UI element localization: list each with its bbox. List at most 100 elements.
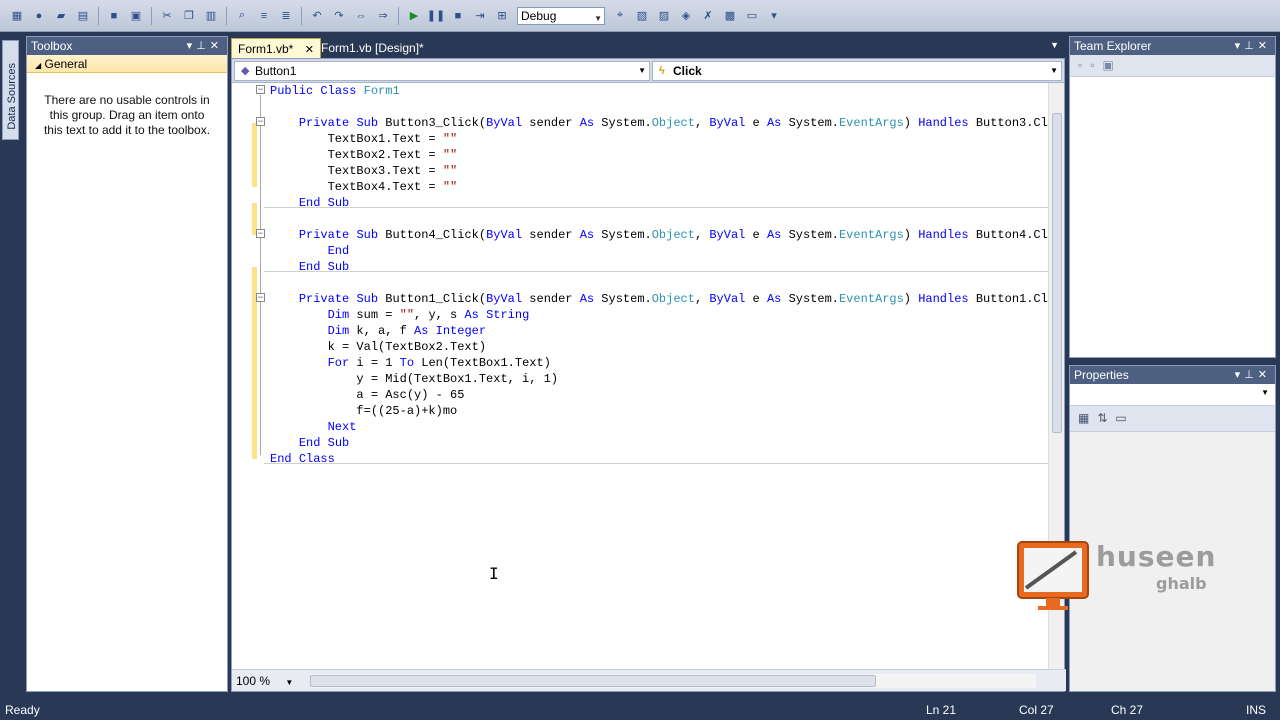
horizontal-scrollbar[interactable] <box>310 674 1036 688</box>
code-line[interactable]: k = Val(TextBox2.Text) <box>270 339 486 355</box>
toolbar-options-icon[interactable]: ▾ <box>766 8 782 24</box>
active-files-dropdown-icon[interactable]: ▼ <box>1050 40 1059 50</box>
window-position-icon[interactable]: ▾ <box>187 40 197 52</box>
code-line[interactable]: Public Class Form1 <box>270 83 400 99</box>
close-icon[interactable]: ✕ <box>1258 40 1271 52</box>
open-icon[interactable]: ▰ <box>53 8 69 24</box>
properties-object-combo[interactable]: ▼ <box>1070 384 1275 406</box>
code-text-area[interactable]: − − − − Public Class Form1 Private Sub B… <box>232 83 1050 671</box>
data-sources-tab-label: Data Sources <box>6 63 18 130</box>
code-line[interactable]: Dim sum = "", y, s As String <box>270 307 530 323</box>
paste-icon[interactable]: ▥ <box>203 8 219 24</box>
code-line[interactable]: Private Sub Button1_Click(ByVal sender A… <box>270 291 1050 307</box>
status-text: Ready <box>5 703 40 717</box>
code-line[interactable]: Dim k, a, f As Integer <box>270 323 486 339</box>
code-line[interactable]: End Class <box>270 451 335 467</box>
pin-icon[interactable]: ⊥ <box>1244 369 1258 381</box>
code-line[interactable]: For i = 1 To Len(TextBox1.Text) <box>270 355 551 371</box>
code-line[interactable]: TextBox2.Text = "" <box>270 147 458 163</box>
code-line[interactable]: TextBox4.Text = "" <box>270 179 458 195</box>
pin-icon[interactable]: ⊥ <box>196 40 210 52</box>
new-project-icon[interactable]: ▦ <box>9 8 25 24</box>
close-icon[interactable]: ✕ <box>210 40 223 52</box>
refresh-icon[interactable]: ▫ <box>1078 58 1090 72</box>
code-line[interactable]: Private Sub Button3_Click(ByVal sender A… <box>270 115 1050 131</box>
window-position-icon[interactable]: ▾ <box>1235 369 1245 381</box>
code-line[interactable]: TextBox1.Text = "" <box>270 131 458 147</box>
method-separator <box>264 463 1050 464</box>
extension-manager-icon[interactable]: ▩ <box>722 8 738 24</box>
panel-controls: ▾⊥✕ <box>187 37 223 55</box>
redo-icon[interactable]: ↷ <box>331 8 347 24</box>
horizontal-scroll-thumb[interactable] <box>310 675 876 687</box>
close-icon[interactable]: ✕ <box>1258 369 1271 381</box>
class-name-value: Button1 <box>255 64 297 78</box>
vertical-scroll-thumb[interactable] <box>1052 113 1062 433</box>
outline-collapse-icon[interactable]: − <box>256 229 265 238</box>
code-line[interactable]: End Sub <box>270 259 349 275</box>
tab-form1-design[interactable]: Form1.vb [Design]* <box>315 38 430 58</box>
event-lightning-icon: ϟ <box>659 65 665 77</box>
toolbar-separator <box>151 6 152 25</box>
navigate-forward-icon[interactable]: ⇒ <box>375 8 391 24</box>
toolbox-empty-message[interactable]: There are no usable controls in this gro… <box>27 93 227 138</box>
navigate-icon[interactable]: ⇔ <box>353 8 369 24</box>
add-new-item-icon[interactable]: ▤ <box>75 8 91 24</box>
code-line[interactable]: TextBox3.Text = "" <box>270 163 458 179</box>
pause-icon[interactable]: ❚❚ <box>427 8 445 24</box>
copy-icon[interactable]: ❐ <box>181 8 197 24</box>
code-line[interactable]: f=((25-a)+k)mo <box>270 403 457 419</box>
stop-icon[interactable]: ■ <box>450 8 466 24</box>
start-page-icon[interactable]: ▭ <box>744 8 760 24</box>
tab-label: Form1.vb* <box>238 42 294 56</box>
tab-form1-vb[interactable]: Form1.vb* ✕ <box>231 38 321 58</box>
undo-icon[interactable]: ↶ <box>309 8 325 24</box>
solution-explorer-icon[interactable]: ▧ <box>634 8 650 24</box>
object-browser-icon[interactable]: ◈ <box>678 8 694 24</box>
comment-icon[interactable]: ≡ <box>256 8 272 24</box>
code-line[interactable]: End <box>270 243 350 259</box>
outline-collapse-icon[interactable]: − <box>256 85 265 94</box>
property-pages-icon[interactable]: ▭ <box>1115 411 1134 425</box>
code-editor[interactable]: ◆ Button1 ▼ ϟ Click ▼ − − − − Public Cla… <box>231 58 1066 692</box>
code-line[interactable]: End Sub <box>270 435 349 451</box>
status-char: Ch 27 <box>1111 703 1144 717</box>
code-line[interactable]: Next <box>270 419 357 435</box>
find-icon[interactable]: ⌕ <box>234 8 250 24</box>
uncomment-icon[interactable]: ≣ <box>278 8 294 24</box>
start-debug-icon[interactable]: ▶ <box>406 8 422 24</box>
pin-icon[interactable]: ⊥ <box>1244 40 1258 52</box>
toolbar-separator <box>98 6 99 25</box>
zoom-combo[interactable]: 100 % ▼ <box>236 673 294 689</box>
save-all-icon[interactable]: ▣ <box>128 8 144 24</box>
code-line[interactable]: End Sub <box>270 195 349 211</box>
save-icon[interactable]: ■ <box>106 8 122 24</box>
code-line[interactable]: a = Asc(y) - 65 <box>270 387 464 403</box>
cut-icon[interactable]: ✂ <box>159 8 175 24</box>
stop-icon[interactable]: ▫ <box>1090 58 1102 72</box>
data-sources-tab[interactable]: Data Sources <box>2 40 19 140</box>
alphabetical-icon[interactable]: ⇅ <box>1097 411 1115 425</box>
toolbox-group-general[interactable]: ◢ General <box>27 55 227 73</box>
outline-collapse-icon[interactable]: − <box>256 117 265 126</box>
categorized-icon[interactable]: ▦ <box>1078 411 1097 425</box>
connect-icon[interactable]: ▣ <box>1103 58 1122 72</box>
editor-region: Form1.vb* ✕ Form1.vb [Design]* ▼ ◆ Butto… <box>231 36 1066 692</box>
class-name-combo[interactable]: ◆ Button1 ▼ <box>234 61 650 81</box>
close-icon[interactable]: ✕ <box>305 44 314 56</box>
step-icon[interactable]: ⇥ <box>472 8 488 24</box>
toolbar-separator <box>398 6 399 25</box>
toolbox-icon[interactable]: ✗ <box>700 8 716 24</box>
find-in-files-icon[interactable]: ⌖ <box>612 8 628 24</box>
breakpoint-icon[interactable]: ⊞ <box>494 8 510 24</box>
method-name-combo[interactable]: ϟ Click ▼ <box>652 61 1062 81</box>
window-position-icon[interactable]: ▾ <box>1235 40 1245 52</box>
code-line[interactable]: y = Mid(TextBox1.Text, i, 1) <box>270 371 558 387</box>
add-item-icon[interactable]: ● <box>31 8 47 24</box>
code-line[interactable]: Private Sub Button4_Click(ByVal sender A… <box>270 227 1050 243</box>
properties-icon[interactable]: ▨ <box>656 8 672 24</box>
outline-collapse-icon[interactable]: − <box>256 293 265 302</box>
properties-toolbar: ▦⇅▭ <box>1070 406 1275 432</box>
toolbar-separator <box>301 6 302 25</box>
solution-configuration-select[interactable]: Debug ▼ <box>517 6 605 25</box>
